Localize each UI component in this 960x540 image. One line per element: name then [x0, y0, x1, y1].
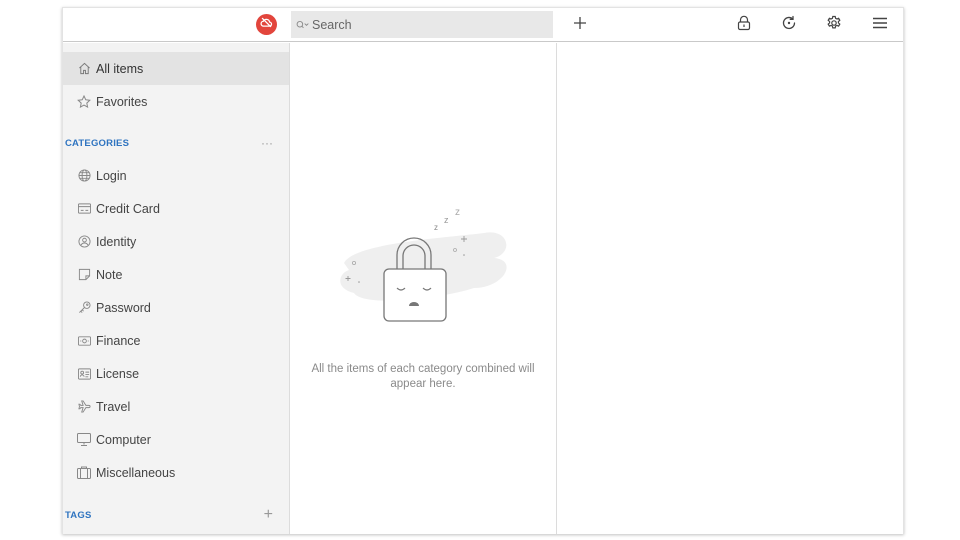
sidebar: All items Favorites CATEGORIES ··· Login… [63, 43, 290, 534]
globe-icon [77, 169, 91, 183]
zzz-text: z [444, 215, 449, 225]
identity-icon [77, 235, 91, 249]
settings-button[interactable] [823, 14, 845, 36]
sidebar-item-label: Note [96, 267, 123, 282]
sidebar-item-label: All items [96, 61, 144, 76]
briefcase-icon [77, 466, 91, 480]
sidebar-item-label: Login [96, 168, 127, 183]
sidebar-item-label: Credit Card [96, 201, 160, 216]
sidebar-item-label: Password [96, 300, 151, 315]
sidebar-item-label: Travel [96, 399, 131, 414]
sync-status-button[interactable] [256, 14, 277, 35]
sidebar-item-travel[interactable]: Travel [63, 390, 289, 423]
main-menu-button[interactable] [869, 14, 891, 36]
sidebar-item-login[interactable]: Login [63, 159, 289, 192]
home-icon [77, 62, 91, 76]
money-icon [77, 334, 91, 348]
sidebar-item-label: License [96, 366, 140, 381]
sidebar-item-identity[interactable]: Identity [63, 225, 289, 258]
add-item-button[interactable] [569, 14, 591, 36]
key-icon [77, 301, 91, 315]
sidebar-item-label: Miscellaneous [96, 465, 176, 480]
sleeping-lock-illustration: z z z [324, 188, 524, 323]
sidebar-item-finance[interactable]: Finance [63, 324, 289, 357]
sidebar-item-label: Finance [96, 333, 141, 348]
app-window: All items Favorites CATEGORIES ··· Login… [62, 7, 904, 534]
categories-title: CATEGORIES [65, 137, 130, 149]
gear-icon [826, 15, 842, 36]
plus-icon [573, 16, 587, 35]
empty-state-message: All the items of each category combined … [311, 363, 535, 390]
item-list-pane: z z z All the items of each category com… [290, 43, 557, 534]
sidebar-item-computer[interactable]: Computer [63, 423, 289, 456]
license-icon [77, 367, 91, 381]
item-detail-pane [557, 43, 903, 534]
cloud-off-icon [260, 16, 273, 34]
search-icon [296, 20, 310, 30]
tags-title: TAGS [65, 509, 92, 521]
monitor-icon [77, 433, 91, 447]
airplane-icon [77, 400, 91, 414]
sidebar-item-label: Identity [96, 234, 137, 249]
lock-button[interactable] [733, 14, 755, 36]
sidebar-item-miscellaneous[interactable]: Miscellaneous [63, 456, 289, 489]
hamburger-menu-icon [872, 16, 888, 34]
search-field[interactable] [291, 11, 553, 38]
add-tag-button[interactable]: + [264, 506, 273, 524]
sidebar-item-note[interactable]: Note [63, 258, 289, 291]
categories-more-button[interactable]: ··· [261, 136, 273, 150]
star-icon [77, 95, 91, 109]
sidebar-item-favorites[interactable]: Favorites [63, 85, 289, 118]
sidebar-item-label: Favorites [96, 94, 148, 109]
categories-header: CATEGORIES ··· [63, 133, 289, 153]
note-icon [77, 268, 91, 282]
zzz-text: z [434, 223, 438, 232]
zzz-text: z [455, 207, 460, 218]
sidebar-item-password[interactable]: Password [63, 291, 289, 324]
search-input[interactable] [312, 17, 542, 32]
sidebar-item-all-items[interactable]: All items [63, 52, 289, 85]
sidebar-item-license[interactable]: License [63, 357, 289, 390]
top-toolbar [63, 8, 903, 42]
sidebar-item-label: Computer [96, 432, 151, 447]
sync-icon [781, 15, 797, 36]
tags-header: TAGS + [63, 505, 289, 525]
lock-icon [737, 15, 751, 36]
sync-button[interactable] [778, 14, 800, 36]
credit-card-icon [77, 202, 91, 216]
sidebar-item-credit-card[interactable]: Credit Card [63, 192, 289, 225]
